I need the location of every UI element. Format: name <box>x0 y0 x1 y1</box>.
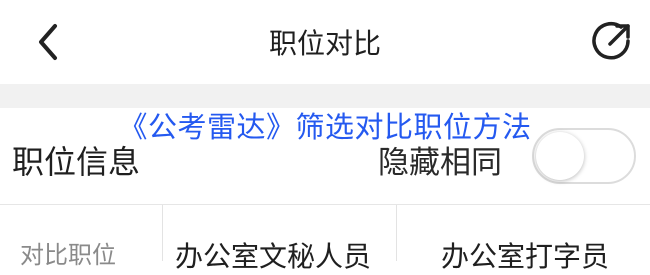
comparison-table-header: 对比职位 办公室文秘人员 办公室打字员 <box>0 204 650 273</box>
top-nav-bar: 职位对比 <box>0 0 650 84</box>
page-title: 职位对比 <box>268 27 381 60</box>
position-column-1[interactable]: 办公室文秘人员 <box>175 235 371 275</box>
share-arrow-icon <box>592 22 630 60</box>
column-divider <box>162 205 163 261</box>
overlay-caption: 《公考雷达》筛选对比职位方法 <box>118 110 532 144</box>
share-button[interactable] <box>584 14 640 70</box>
column-divider <box>396 205 397 261</box>
row-label: 对比职位 <box>20 241 116 269</box>
position-column-2[interactable]: 办公室打字员 <box>441 235 609 275</box>
